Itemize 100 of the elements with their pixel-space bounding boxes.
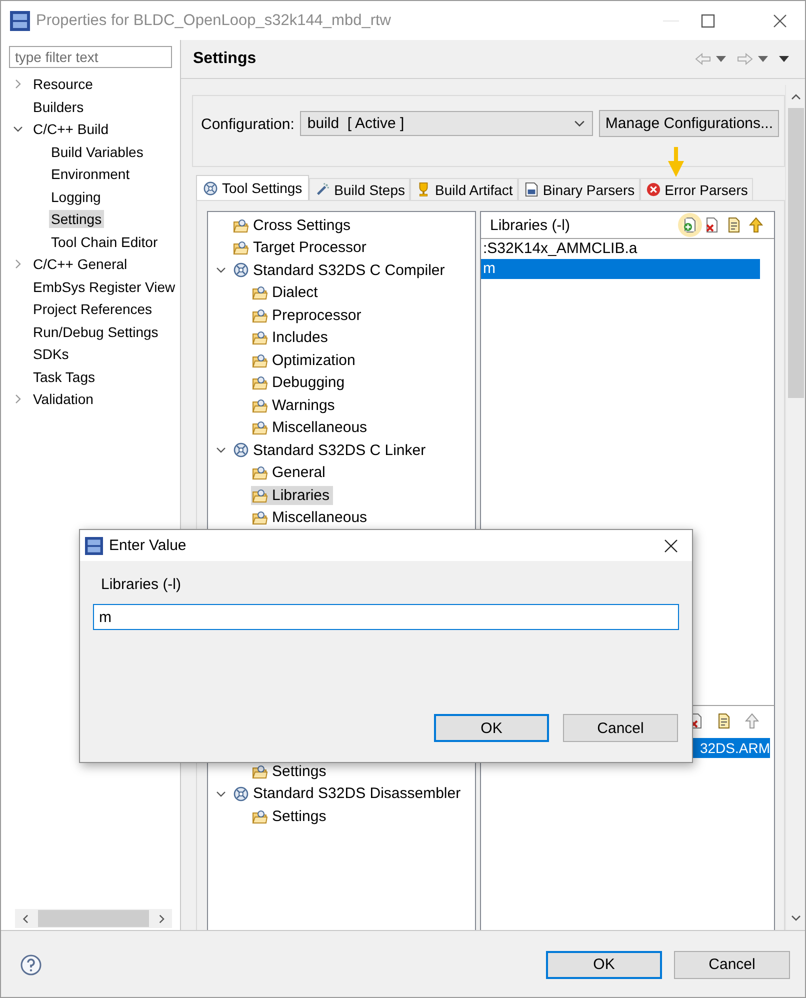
tree-item[interactable]: Warnings [251, 396, 338, 415]
folder-icon [252, 285, 268, 300]
dialog-button[interactable]: Cancel [563, 714, 678, 742]
configuration-dropdown[interactable]: build [ Active ] [300, 111, 594, 136]
help-icon[interactable] [20, 954, 42, 976]
tree-item[interactable]: Standard S32DS Disassembler [232, 784, 464, 804]
folder-icon [252, 808, 268, 824]
expand-icon[interactable] [216, 265, 226, 276]
dropdown-icon [574, 120, 586, 127]
field-label: Libraries (-l) [101, 576, 182, 593]
tree-item[interactable]: Preprocessor [251, 306, 364, 325]
scrollbar-thumb[interactable] [788, 108, 804, 398]
menu-icon[interactable] [779, 56, 789, 62]
maximize-icon[interactable] [701, 14, 715, 28]
document-icon [524, 182, 539, 197]
delete-icon[interactable] [704, 217, 720, 233]
close-icon[interactable] [773, 14, 787, 28]
tree-item[interactable]: Miscellaneous [251, 418, 370, 438]
gear-icon [203, 180, 218, 196]
tree-item[interactable]: Settings [251, 806, 330, 826]
tab[interactable]: Error Parsers [640, 178, 753, 200]
expand-icon[interactable] [216, 445, 226, 456]
folder-icon [252, 398, 268, 413]
filter-field[interactable]: type filter text [9, 46, 172, 68]
caret-icon[interactable] [716, 56, 726, 62]
tree-item[interactable]: Miscellaneous [251, 508, 370, 528]
tree-item[interactable]: C/C++ Build [31, 120, 110, 138]
tab[interactable]: Build Steps [309, 178, 410, 200]
tree-item[interactable]: Debugging [251, 373, 348, 392]
tree-item[interactable]: SDKs [31, 345, 71, 364]
tree-item[interactable]: Settings [49, 210, 104, 228]
spray-icon [315, 182, 330, 197]
dialog-button[interactable]: OK [434, 714, 549, 742]
dialog-button[interactable]: Cancel [674, 950, 790, 978]
scroll-up-icon[interactable] [790, 92, 800, 102]
tree-item[interactable]: Includes [251, 328, 331, 348]
horizontal-scrollbar[interactable] [15, 909, 172, 928]
folder-icon [252, 308, 268, 323]
expand-icon[interactable] [13, 124, 23, 134]
scroll-down-icon[interactable] [790, 913, 800, 923]
gear-icon [233, 442, 249, 458]
gear-icon [233, 786, 249, 802]
tree-item[interactable]: Libraries [251, 486, 333, 505]
scroll-left-icon[interactable] [21, 914, 30, 924]
tree-item[interactable]: Dialect [251, 283, 321, 302]
app-logo-icon [10, 10, 30, 30]
tab[interactable]: Build Artifact [410, 178, 518, 200]
edit-icon[interactable] [716, 713, 732, 729]
folder-icon [252, 330, 268, 346]
tree-item[interactable]: Settings [251, 762, 330, 781]
tree-item[interactable]: Cross Settings [232, 216, 354, 235]
tab[interactable]: Tool Settings [196, 175, 310, 200]
tab[interactable]: Binary Parsers [518, 178, 640, 200]
arrow-drawing [666, 147, 686, 177]
tree-item[interactable]: Standard S32DS C Linker [232, 440, 429, 460]
tree-item[interactable]: General [251, 463, 328, 482]
tree-item[interactable]: C/C++ General [31, 255, 130, 274]
tree-item[interactable]: Target Processor [232, 238, 370, 258]
libraries-label: Libraries (-l) [490, 216, 570, 234]
tree-item[interactable]: Standard S32DS C Compiler [232, 260, 448, 280]
tree-item[interactable]: Logging [49, 188, 103, 206]
app-logo-icon [85, 536, 103, 554]
folder-icon [252, 510, 268, 526]
vertical-scrollbar[interactable] [785, 85, 805, 930]
configuration-label: Configuration: [201, 116, 294, 133]
error-icon [646, 182, 661, 197]
tree-item[interactable]: Run/Debug Settings [31, 322, 160, 341]
caret-icon[interactable] [758, 56, 768, 62]
move-up-icon[interactable] [744, 713, 760, 729]
add-icon[interactable] [682, 217, 698, 233]
tree-item[interactable]: Build Variables [49, 142, 146, 161]
folder-icon [252, 488, 268, 503]
edit-icon[interactable] [726, 217, 742, 233]
move-up-icon[interactable] [748, 217, 764, 233]
scroll-right-icon[interactable] [156, 914, 166, 924]
tree-item[interactable]: Tool Chain Editor [49, 232, 160, 251]
close-icon[interactable] [664, 538, 678, 552]
gear-icon [233, 262, 249, 278]
folder-icon [252, 764, 268, 779]
list-item[interactable]: :S32K14x_AMMCLIB.a [481, 239, 760, 259]
dialog-button[interactable]: OK [546, 950, 662, 978]
tree-item[interactable]: Environment [49, 165, 132, 184]
folder-icon [252, 420, 268, 436]
page-title: Settings [193, 50, 256, 68]
list-item[interactable]: m [481, 259, 760, 279]
expand-icon[interactable] [216, 788, 226, 799]
tree-item[interactable]: EmbSys Register View [31, 278, 178, 296]
folder-icon [252, 352, 268, 368]
tree-item[interactable]: Resource [31, 75, 95, 94]
folder-icon [252, 465, 268, 480]
tree-item[interactable]: Project References [31, 300, 154, 318]
tree-item[interactable]: Validation [31, 390, 96, 408]
folder-icon [233, 240, 249, 256]
window-title: Properties for BLDC_OpenLoop_s32k144_mbd_rtw [36, 12, 391, 30]
scrollbar-thumb[interactable] [38, 910, 149, 927]
tree-item[interactable]: Optimization [251, 350, 358, 370]
tree-item[interactable]: Task Tags [31, 368, 97, 386]
tree-item[interactable]: Builders [31, 98, 86, 116]
manage-configurations-button[interactable]: Manage Configurations... [599, 110, 780, 137]
input-field[interactable]: m [93, 604, 679, 630]
